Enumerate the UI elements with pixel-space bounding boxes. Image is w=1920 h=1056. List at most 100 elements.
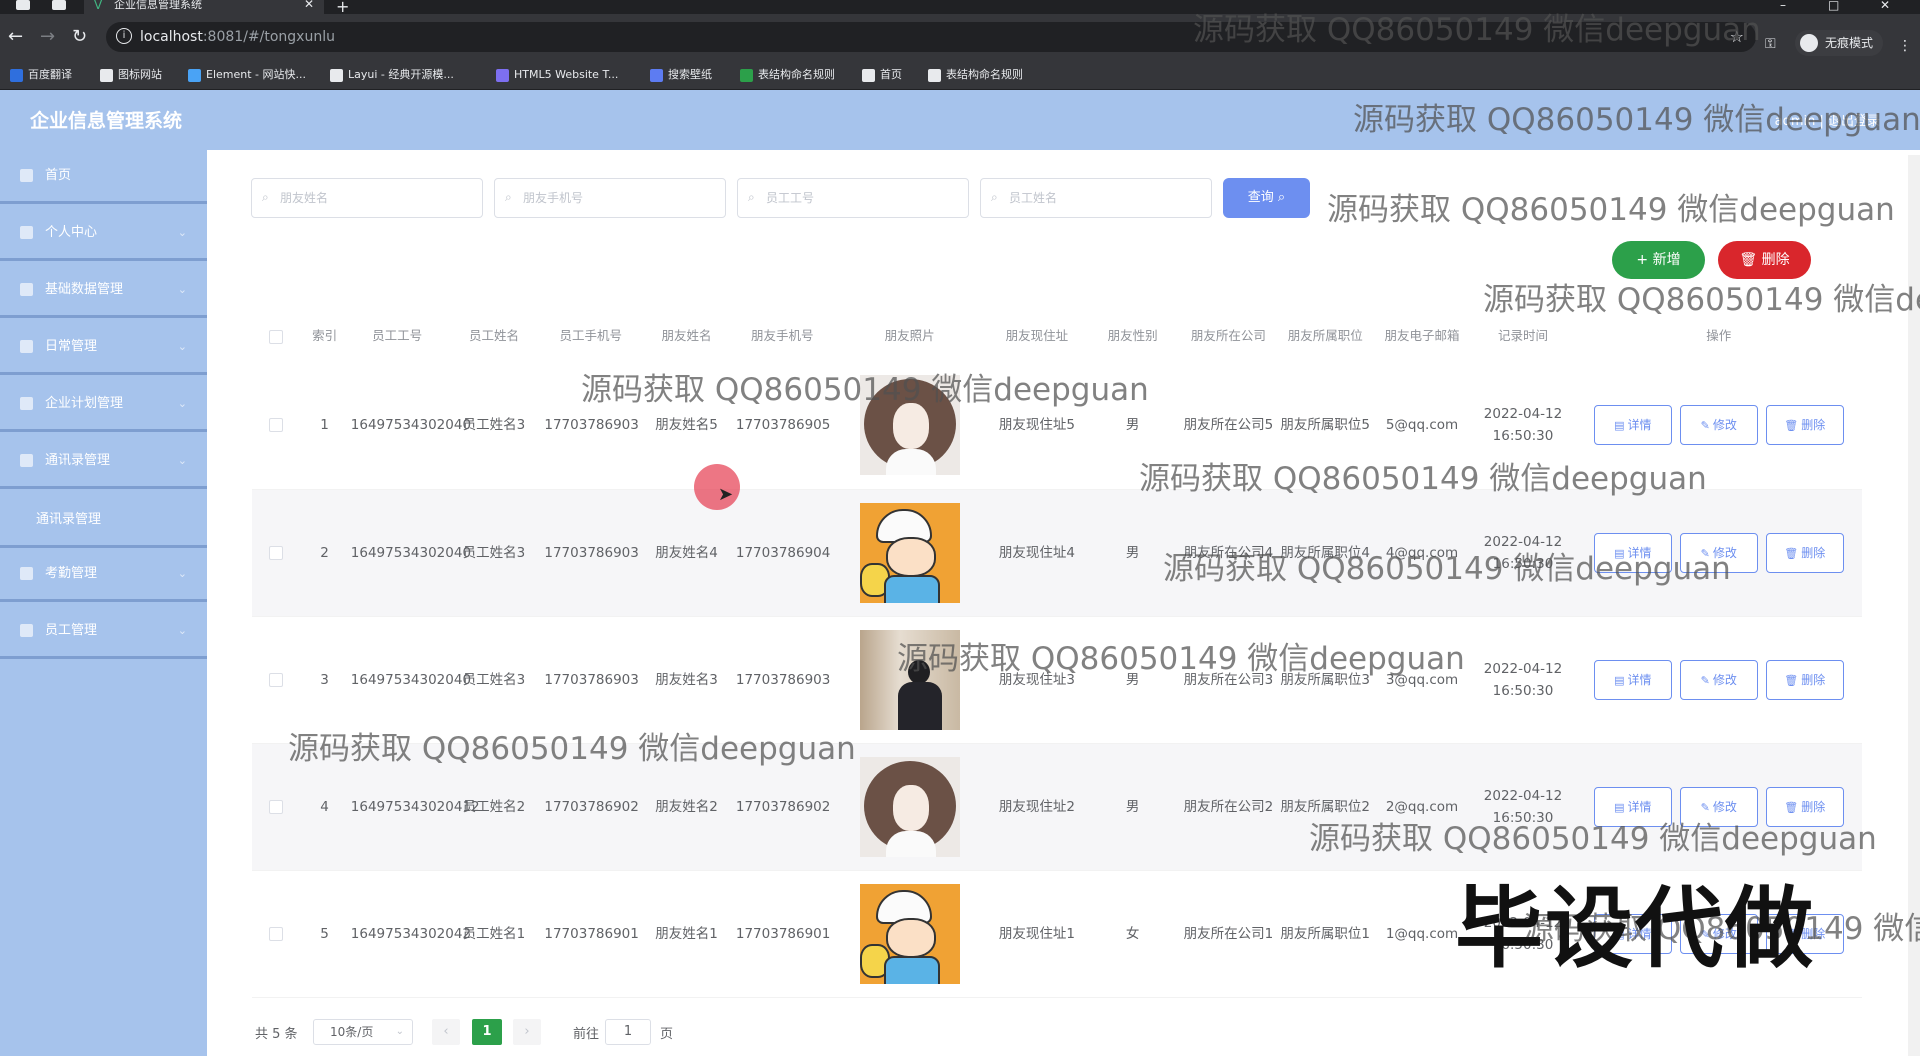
- edit-label: 修改: [1712, 672, 1737, 687]
- cell-gender: 男: [1085, 489, 1180, 617]
- bookmark-item[interactable]: Layui - 经典开源模...: [330, 67, 454, 83]
- cell-position: 朋友所属职位4: [1276, 489, 1374, 617]
- url-field[interactable]: i localhost:8081/#/tongxunlu ☆: [106, 22, 1756, 52]
- next-page-button[interactable]: ›: [513, 1019, 541, 1045]
- incognito-icon: [1800, 34, 1818, 52]
- edit-button[interactable]: ✎ 修改: [1679, 786, 1758, 827]
- forward-icon[interactable]: →: [40, 26, 55, 47]
- bookmark-favicon-icon: [100, 69, 113, 82]
- detail-button[interactable]: ▤ 详情: [1593, 786, 1672, 827]
- sidebar-item-label: 考勤管理: [45, 566, 98, 581]
- friend-phone-input[interactable]: [523, 187, 713, 209]
- cell-position: 朋友所属职位2: [1276, 743, 1374, 871]
- cell-photo: [830, 743, 989, 871]
- row-checkbox[interactable]: [269, 672, 284, 687]
- delete-label: 删除: [1801, 418, 1826, 433]
- friend-phone-search[interactable]: ⌕: [494, 178, 726, 218]
- current-page[interactable]: 1: [472, 1019, 502, 1045]
- column-header: 朋友照片: [884, 328, 935, 343]
- bookmark-item[interactable]: 首页: [862, 67, 902, 83]
- cell-email: 2@qq.com: [1373, 743, 1471, 871]
- employee-name-search[interactable]: ⌕: [980, 178, 1212, 218]
- bookmark-item[interactable]: 表结构命名规则: [740, 67, 835, 83]
- bookmarks-bar: 百度翻译 图标网站 Element - 网站快... Layui - 经典开源模...…: [0, 62, 1920, 90]
- edit-button[interactable]: ✎ 修改: [1679, 405, 1758, 446]
- prev-page-button[interactable]: ‹: [432, 1019, 460, 1045]
- site-info-icon[interactable]: i: [116, 28, 132, 44]
- cell-emp-phone: 17703786903: [542, 362, 640, 490]
- edit-button[interactable]: ✎ 修改: [1679, 532, 1758, 573]
- detail-button[interactable]: ▤ 详情: [1593, 532, 1672, 573]
- column-header: 记录时间: [1497, 328, 1548, 343]
- bookmark-item[interactable]: 表结构命名规则: [928, 67, 1023, 83]
- sidebar-item-3[interactable]: 日常管理 ⌄: [0, 321, 207, 375]
- cell-emp-phone: 17703786903: [542, 489, 640, 617]
- friend-name-search[interactable]: ⌕: [251, 178, 483, 218]
- goto-page-input[interactable]: 1: [605, 1019, 651, 1045]
- close-icon[interactable]: ✕: [304, 0, 314, 10]
- sidebar-item-5[interactable]: 通讯录管理 ⌄: [0, 435, 207, 489]
- column-header: 员工姓名: [468, 328, 519, 343]
- sidebar-item-0[interactable]: 首页: [0, 150, 207, 204]
- row-delete-button[interactable]: 🗑 删除: [1765, 659, 1844, 700]
- detail-button[interactable]: ▤ 详情: [1593, 405, 1672, 446]
- sidebar-item-label: 员工管理: [45, 623, 98, 638]
- page-scrollbar[interactable]: [1908, 155, 1920, 1056]
- key-icon[interactable]: ⚿: [1765, 36, 1776, 52]
- add-button[interactable]: + 新增: [1612, 241, 1705, 279]
- bookmark-item[interactable]: HTML5 Website T...: [496, 67, 618, 83]
- more-menu-icon[interactable]: ⋮: [1898, 38, 1912, 54]
- page-size-select[interactable]: 10条/页 ⌄: [313, 1019, 413, 1045]
- bookmark-item[interactable]: 图标网站: [100, 67, 162, 83]
- row-delete-button[interactable]: 🗑 删除: [1765, 532, 1844, 573]
- delete-button[interactable]: 🗑 删除: [1718, 241, 1811, 279]
- detail-button[interactable]: ▤ 详情: [1593, 659, 1672, 700]
- sidebar-item-7[interactable]: 考勤管理 ⌄: [0, 548, 207, 602]
- friend-name-input[interactable]: [280, 187, 470, 209]
- row-checkbox[interactable]: [269, 418, 284, 433]
- row-delete-button[interactable]: 🗑 删除: [1765, 786, 1844, 827]
- browser-menu-icon[interactable]: [16, 0, 30, 10]
- bookmark-label: 百度翻译: [28, 68, 72, 81]
- reload-icon[interactable]: ↻: [72, 26, 87, 47]
- row-checkbox[interactable]: [269, 926, 284, 941]
- chevron-down-icon: ⌄: [177, 454, 187, 467]
- tab-search-icon[interactable]: [52, 0, 66, 10]
- row-checkbox[interactable]: [269, 799, 284, 814]
- close-window-icon[interactable]: ✕: [1880, 0, 1890, 12]
- bookmark-star-icon[interactable]: ☆: [1730, 27, 1744, 46]
- sidebar-item-2[interactable]: 基础数据管理 ⌄: [0, 264, 207, 318]
- sidebar-subitem-contacts[interactable]: 通讯录管理: [0, 492, 207, 548]
- bookmark-item[interactable]: 搜索壁纸: [650, 67, 712, 83]
- edit-label: 修改: [1712, 799, 1737, 814]
- edit-button[interactable]: ✎ 修改: [1679, 659, 1758, 700]
- row-delete-button[interactable]: 🗑 删除: [1765, 405, 1844, 446]
- bookmark-item[interactable]: 百度翻译: [10, 67, 72, 83]
- sidebar-item-1[interactable]: 个人中心 ⌄: [0, 207, 207, 261]
- cell-actions: ▤ 详情 ✎ 修改 🗑 删除: [1575, 616, 1862, 744]
- table-row: 2 16497534302040 员工姓名3 17703786903 朋友姓名4 1770…: [252, 489, 1862, 617]
- new-tab-icon[interactable]: +: [336, 0, 349, 14]
- incognito-badge[interactable]: 无痕模式: [1795, 30, 1884, 56]
- employee-id-search[interactable]: ⌕: [737, 178, 969, 218]
- browser-tab-active[interactable]: V 企业信息管理系统 ✕: [84, 0, 324, 14]
- sidebar-item-4[interactable]: 企业计划管理 ⌄: [0, 378, 207, 432]
- chevron-down-icon: ⌄: [177, 226, 187, 239]
- header-user-actions[interactable]: admin | 退出登录: [1775, 110, 1880, 129]
- attendance-icon: [20, 567, 33, 580]
- query-button[interactable]: 查询 ⌕: [1223, 178, 1310, 218]
- sidebar-item-8[interactable]: 员工管理 ⌄: [0, 605, 207, 659]
- chevron-down-icon: ⌄: [177, 283, 187, 296]
- bookmark-item[interactable]: Element - 网站快...: [188, 67, 306, 83]
- maximize-icon[interactable]: □: [1828, 0, 1839, 12]
- cell-company: 朋友所在公司1: [1180, 870, 1277, 998]
- minimize-icon[interactable]: –: [1780, 0, 1786, 12]
- select-all-checkbox[interactable]: [269, 329, 284, 344]
- back-icon[interactable]: ←: [8, 26, 23, 47]
- cell-friend-name: 朋友姓名2: [639, 743, 734, 871]
- bookmark-label: 表结构命名规则: [758, 68, 835, 81]
- employee-name-input[interactable]: [1009, 187, 1199, 209]
- employee-id-input[interactable]: [766, 187, 956, 209]
- row-checkbox[interactable]: [269, 545, 284, 560]
- cell-photo: [830, 362, 989, 490]
